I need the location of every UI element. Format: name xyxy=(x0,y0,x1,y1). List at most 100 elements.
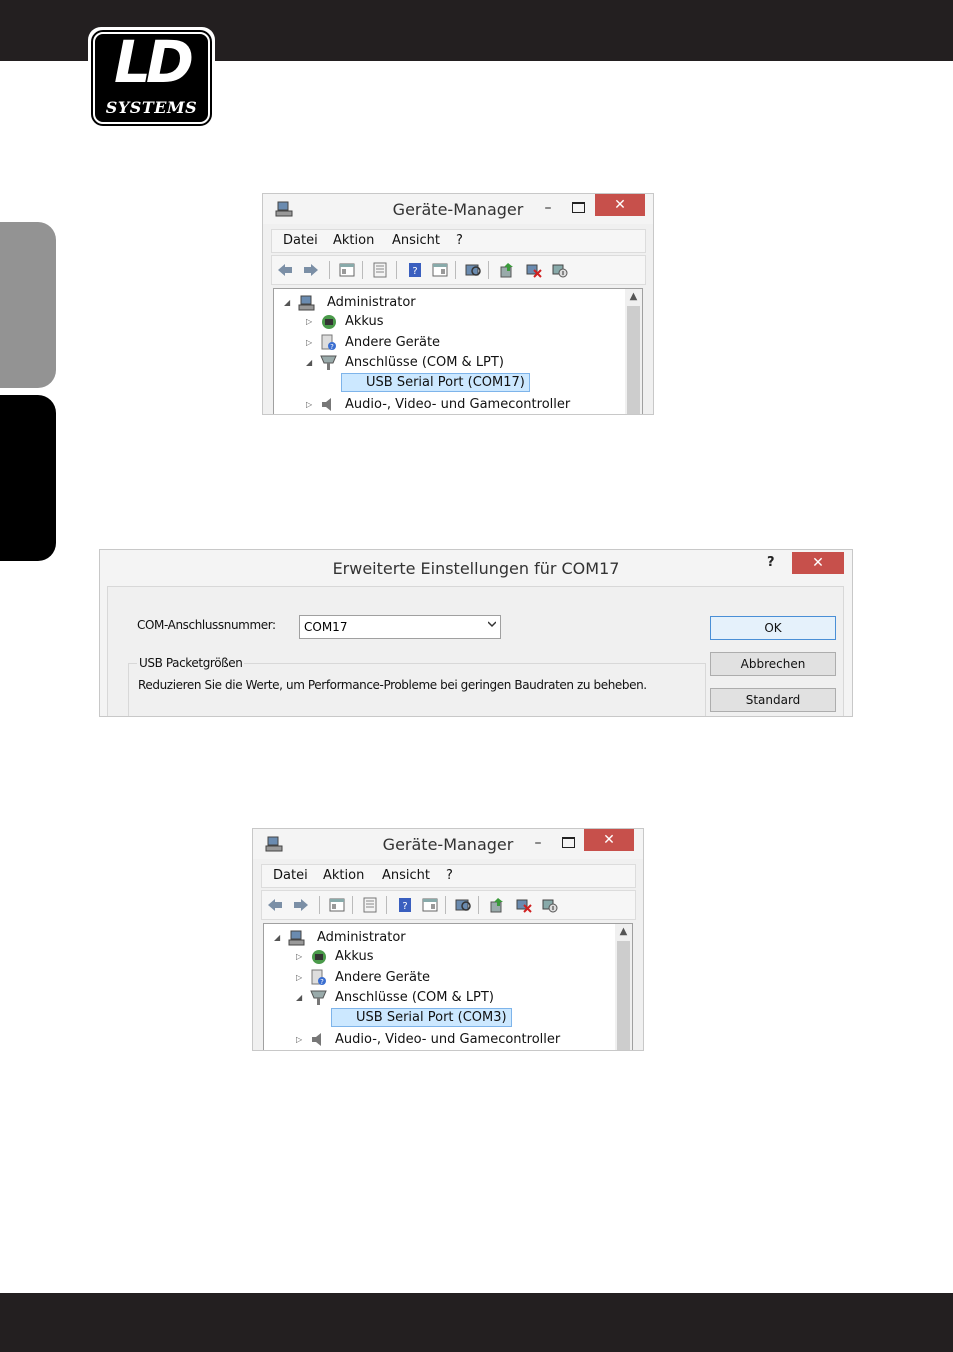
forward-arrow-icon[interactable] xyxy=(293,897,309,913)
default-button[interactable]: Standard xyxy=(710,688,836,712)
update-driver-icon[interactable] xyxy=(489,897,505,913)
chevron-down-icon xyxy=(488,621,496,628)
menu-datei[interactable]: Datei xyxy=(273,868,308,883)
menu-aktion[interactable]: Aktion xyxy=(333,233,374,248)
toolbar-separator xyxy=(352,896,353,914)
expand-arrow-icon[interactable]: ▷ xyxy=(306,400,312,409)
show-hide-tree-icon[interactable] xyxy=(339,262,355,278)
side-tab-grey xyxy=(0,222,56,388)
com-port-value: COM17 xyxy=(304,620,348,634)
disable-icon[interactable] xyxy=(542,897,558,913)
logo-badge: LD SYSTEMS xyxy=(91,28,212,126)
back-arrow-icon[interactable] xyxy=(267,897,283,913)
expand-arrow-icon[interactable]: ▷ xyxy=(306,317,312,326)
close-button[interactable]: ✕ xyxy=(595,194,645,216)
svg-text:?: ? xyxy=(412,266,417,277)
menu-ansicht[interactable]: Ansicht xyxy=(392,233,440,248)
tree-label-selected: USB Serial Port (COM3) xyxy=(331,1008,512,1027)
view-icon[interactable] xyxy=(422,897,438,913)
tree-label-root: Administrator xyxy=(327,295,416,310)
tree-label-selected: USB Serial Port (COM17) xyxy=(341,373,530,392)
usb-description: Reduzieren Sie die Werte, um Performance… xyxy=(138,678,647,692)
properties-icon[interactable] xyxy=(372,262,388,278)
tree-label: Akkus xyxy=(345,314,384,329)
forward-arrow-icon[interactable] xyxy=(303,262,319,278)
usb-group-label: USB Packetgrößen xyxy=(137,656,245,670)
com-port-label: COM-Anschlussnummer: xyxy=(137,618,276,632)
menu-help[interactable]: ? xyxy=(456,233,463,248)
cancel-button[interactable]: Abbrechen xyxy=(710,652,836,676)
svg-text:?: ? xyxy=(320,978,324,986)
maximize-button[interactable] xyxy=(562,837,575,848)
maximize-button[interactable] xyxy=(572,202,585,213)
help-icon[interactable]: ? xyxy=(407,262,423,278)
close-button[interactable]: ✕ xyxy=(584,829,634,851)
expand-arrow-icon[interactable]: ▷ xyxy=(296,973,302,982)
collapse-arrow-icon[interactable]: ◢ xyxy=(274,933,280,942)
uninstall-icon[interactable] xyxy=(526,262,542,278)
scroll-thumb[interactable] xyxy=(617,941,630,1050)
unknown-device-icon: ? xyxy=(311,969,326,986)
expand-arrow-icon[interactable]: ▷ xyxy=(296,952,302,961)
uninstall-icon[interactable] xyxy=(516,897,532,913)
bottom-bar xyxy=(0,1293,953,1352)
toolbar-separator xyxy=(396,261,397,279)
minimize-button[interactable]: – xyxy=(541,201,555,215)
device-tree: ▲ ◢ Administrator ▷ Akkus ▷ ? Andere Ger… xyxy=(263,923,633,1050)
menu-aktion[interactable]: Aktion xyxy=(323,868,364,883)
scan-hardware-icon[interactable] xyxy=(455,897,471,913)
toolbar: ? xyxy=(261,890,636,920)
computer-icon xyxy=(298,295,315,311)
scroll-up-arrow-icon[interactable]: ▲ xyxy=(615,926,632,937)
toolbar-separator xyxy=(488,261,489,279)
computer-icon xyxy=(288,930,305,946)
logo-systems-text: SYSTEMS xyxy=(105,98,198,117)
show-hide-tree-icon[interactable] xyxy=(329,897,345,913)
side-tab-black xyxy=(0,395,56,561)
scrollbar[interactable]: ▲ xyxy=(615,924,632,1050)
unknown-device-icon: ? xyxy=(321,334,336,351)
port-connector-icon xyxy=(320,355,337,370)
tree-label: Anschlüsse (COM & LPT) xyxy=(345,355,504,370)
close-button[interactable]: ✕ xyxy=(792,552,844,574)
tree-label: Andere Geräte xyxy=(345,335,441,350)
help-icon[interactable]: ? xyxy=(397,897,413,913)
menu-help[interactable]: ? xyxy=(446,868,453,883)
minimize-button[interactable]: – xyxy=(531,836,545,850)
toolbar: ? xyxy=(271,255,646,285)
scrollbar[interactable]: ▲ xyxy=(625,289,642,414)
ok-button[interactable]: OK xyxy=(710,616,836,640)
speaker-icon xyxy=(322,398,331,411)
ld-systems-logo: LD SYSTEMS xyxy=(88,27,215,127)
menu-datei[interactable]: Datei xyxy=(283,233,318,248)
toolbar-separator xyxy=(455,261,456,279)
scroll-thumb[interactable] xyxy=(627,306,640,414)
disable-icon[interactable] xyxy=(552,262,568,278)
properties-icon[interactable] xyxy=(362,897,378,913)
title-bar: Geräte-Manager – ✕ xyxy=(263,194,653,224)
battery-icon xyxy=(312,950,326,964)
tree-label: Andere Geräte xyxy=(335,970,431,985)
tree-label: Audio-, Video- und Gamecontroller xyxy=(335,1032,561,1047)
device-manager-window-1: Geräte-Manager – ✕ Datei Aktion Ansicht … xyxy=(262,193,654,415)
speaker-icon xyxy=(312,1033,321,1046)
view-icon[interactable] xyxy=(432,262,448,278)
expand-arrow-icon[interactable]: ▷ xyxy=(296,1035,302,1044)
back-arrow-icon[interactable] xyxy=(277,262,293,278)
menu-ansicht[interactable]: Ansicht xyxy=(382,868,430,883)
com-port-select[interactable]: COM17 xyxy=(299,615,501,639)
port-connector-icon xyxy=(310,990,327,1005)
collapse-arrow-icon[interactable]: ◢ xyxy=(306,358,312,367)
device-manager-window-2: Geräte-Manager – ✕ Datei Aktion Ansicht … xyxy=(252,828,644,1051)
update-driver-icon[interactable] xyxy=(499,262,515,278)
scan-hardware-icon[interactable] xyxy=(465,262,481,278)
battery-icon xyxy=(322,315,336,329)
svg-text:?: ? xyxy=(402,901,407,912)
collapse-arrow-icon[interactable]: ◢ xyxy=(296,993,302,1002)
help-button[interactable]: ? xyxy=(767,555,775,570)
collapse-arrow-icon[interactable]: ◢ xyxy=(284,298,290,307)
device-tree: ▲ ◢ Administrator ▷ Akkus ▷ ? Andere Ger… xyxy=(273,288,643,414)
scroll-up-arrow-icon[interactable]: ▲ xyxy=(625,291,642,302)
expand-arrow-icon[interactable]: ▷ xyxy=(306,338,312,347)
tree-label-root: Administrator xyxy=(317,930,406,945)
